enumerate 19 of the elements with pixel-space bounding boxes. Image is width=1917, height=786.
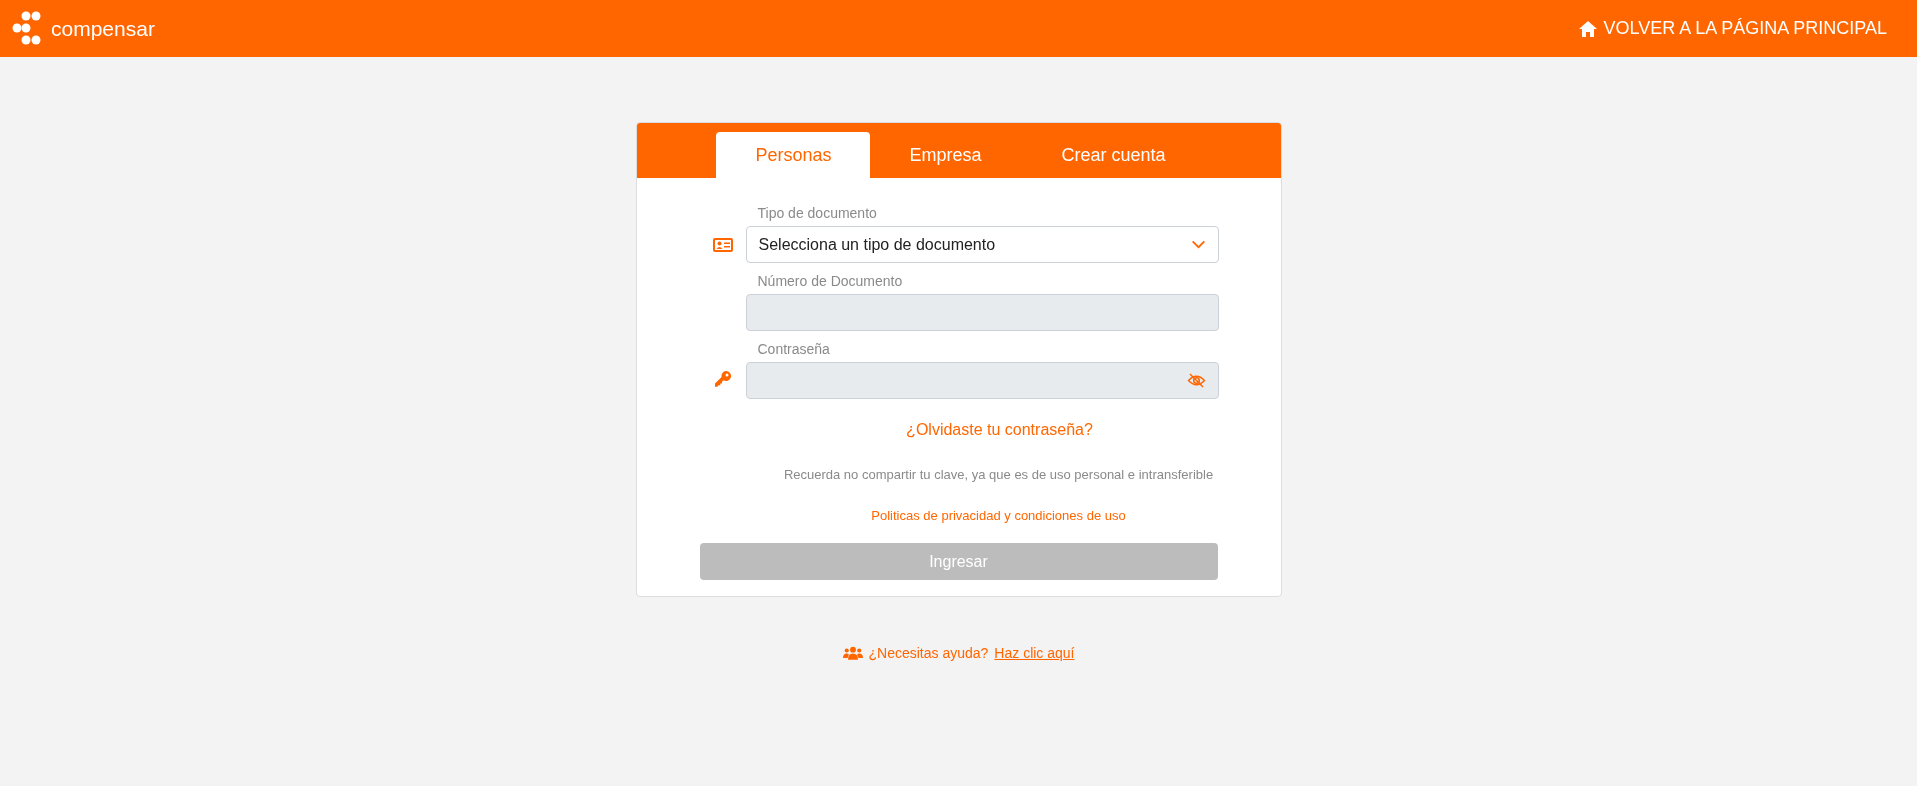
privacy-link[interactable]: Politicas de privacidad y condiciones de uso	[871, 508, 1126, 523]
users-icon	[842, 646, 863, 660]
field-label: Contraseña	[756, 341, 831, 357]
chevron-down-icon	[1190, 240, 1206, 249]
tab[interactable]: Personas	[715, 132, 870, 178]
field-label: Tipo de documento	[756, 205, 878, 221]
id-card-icon	[712, 238, 733, 252]
tab[interactable]: Crear cuenta	[1021, 132, 1206, 178]
home-link[interactable]: VOLVER A LA PÁGINA PRINCIPAL	[1577, 18, 1887, 39]
security-note: Recuerda no compartir tu clave, ya que es de uso personal e intransferible	[783, 467, 1214, 482]
document-type-select[interactable]: Selecciona un tipo de documento	[745, 226, 1219, 263]
key-icon	[713, 370, 732, 388]
logo-text: compensar	[51, 16, 155, 41]
tab[interactable]: Empresa	[869, 132, 1022, 178]
home-icon	[1577, 19, 1598, 38]
help-link[interactable]: Haz clic aquí	[994, 645, 1075, 661]
help-text: ¿Necesitas ayuda?	[868, 645, 989, 661]
forgot-password-link[interactable]: ¿Olvidaste tu contraseña?	[906, 421, 1093, 439]
field-label: Número de Documento	[756, 273, 904, 289]
